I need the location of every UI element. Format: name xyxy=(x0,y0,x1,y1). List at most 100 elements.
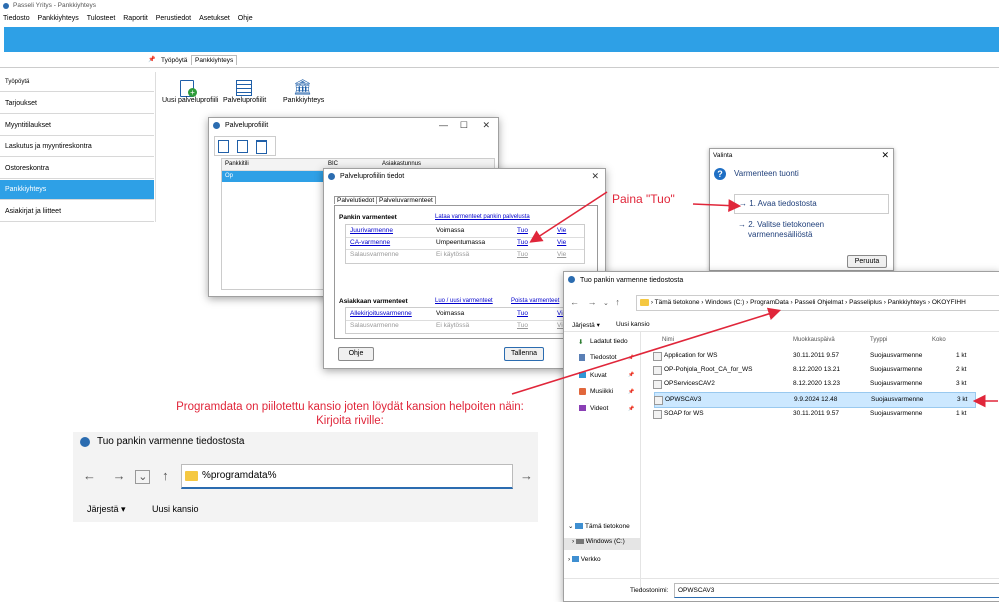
column-header[interactable]: Muokkauspäivä xyxy=(793,334,835,346)
cert-name-link[interactable]: Allekirjoitusvarmenne xyxy=(350,308,412,320)
open-from-file-option[interactable]: → 1. Avaa tiedostosta xyxy=(734,194,889,214)
sidebar-item-tyopoyta[interactable]: Työpöytä xyxy=(0,72,154,92)
column-header[interactable]: Nimi xyxy=(662,334,674,346)
import-link[interactable]: Tuo xyxy=(517,225,528,237)
sidebar-item-laskutus[interactable]: Laskutus ja myyntireskontra xyxy=(0,137,154,157)
file-row-selected[interactable]: OPWSCAV3 9.9.2024 12.48 Suojausvarmenne … xyxy=(654,392,976,408)
column-header[interactable]: Koko xyxy=(932,334,946,346)
sidebar-item-ostoreskontra[interactable]: Ostoreskontra xyxy=(0,159,154,179)
close-icon[interactable]: ✕ xyxy=(591,171,599,182)
nav-item-downloads[interactable]: ⬇ Ladatut tiedo xyxy=(578,338,628,346)
save-button[interactable]: Tallenna xyxy=(504,347,544,361)
nav-item-music[interactable]: Musiikki xyxy=(579,388,613,395)
export-link[interactable]: Vie xyxy=(557,225,566,237)
music-icon xyxy=(579,388,586,395)
toolbar-bank-button[interactable]: 🏛 Pankkiyhteys xyxy=(281,78,326,108)
tab-tyopoyta[interactable]: Työpöytä xyxy=(161,57,187,64)
toolbar-label: Pankkiyhteys xyxy=(283,97,325,104)
cancel-button[interactable]: Peruuta xyxy=(847,255,887,268)
sidebar-item-label: Työpöytä xyxy=(5,79,30,85)
breadcrumb[interactable]: Tämä tietokone xyxy=(655,299,700,306)
expand-chevron-icon: › xyxy=(572,538,575,545)
zoom-address-input[interactable]: %programdata% xyxy=(181,464,513,489)
close-icon[interactable]: ✕ xyxy=(482,120,490,131)
file-row[interactable]: OPServicesCAV2 8.12.2020 13.23 Suojausva… xyxy=(650,377,999,391)
breadcrumb[interactable]: OKOYFIHH xyxy=(932,299,966,306)
help-button[interactable]: Ohje xyxy=(338,347,374,361)
delete-certs-link[interactable]: Poista varmenteet xyxy=(511,298,559,304)
tab-palvelutiedot[interactable]: Palvelutiedot xyxy=(334,196,378,204)
menu-perustiedot[interactable]: Perustiedot xyxy=(156,15,191,22)
back-icon[interactable]: ← xyxy=(570,297,579,307)
breadcrumb[interactable]: Pankkiyhteys xyxy=(888,299,926,306)
file-row[interactable]: SOAP for WS 30.11.2011 9.57 Suojausvarme… xyxy=(650,407,999,421)
nav-item-network[interactable]: › Verkko xyxy=(568,556,601,563)
filename-label: Tiedostonimi: xyxy=(630,587,669,594)
forward-icon[interactable]: → xyxy=(588,297,597,307)
menu-ohje[interactable]: Ohje xyxy=(238,15,253,22)
recent-chevron-icon[interactable]: ⌄ xyxy=(135,470,151,484)
sidebar-item-label: Ostoreskontra xyxy=(5,165,49,172)
download-certs-link[interactable]: Lataa varmenteet pankin palvelusta xyxy=(435,214,530,220)
menu-tiedosto[interactable]: Tiedosto xyxy=(3,15,30,22)
menu-raportit[interactable]: Raportit xyxy=(123,15,148,22)
nav-item-documents[interactable]: Tiedostot xyxy=(579,354,617,361)
import-link[interactable]: Tuo xyxy=(517,308,528,320)
back-icon[interactable]: ← xyxy=(83,468,96,483)
edit-profile-icon[interactable] xyxy=(237,140,248,153)
add-profile-icon[interactable] xyxy=(218,140,229,153)
zoom-new-folder-button[interactable]: Uusi kansio xyxy=(152,504,199,514)
pictures-icon xyxy=(579,372,586,378)
window-icon xyxy=(80,437,90,447)
table-row[interactable]: Op xyxy=(222,171,325,182)
close-icon[interactable]: ✕ xyxy=(881,150,889,161)
cert-name-link[interactable]: Juurivarmenne xyxy=(350,225,393,237)
pin-icon[interactable]: 📌 xyxy=(148,56,155,63)
create-certs-link[interactable]: Luo / uusi varmenteet xyxy=(435,298,493,304)
go-arrow-icon[interactable]: → xyxy=(520,468,533,483)
sidebar-item-myyntitilaukset[interactable]: Myyntitilaukset xyxy=(0,116,154,136)
file-row[interactable]: Application for WS 30.11.2011 9.57 Suoja… xyxy=(650,349,999,363)
nav-item-windows-c[interactable]: › Windows (C:) xyxy=(564,538,640,550)
breadcrumb[interactable]: Passeliplus xyxy=(849,299,882,306)
import-link[interactable]: Tuo xyxy=(517,237,528,249)
nav-item-videos[interactable]: Videot xyxy=(579,405,608,412)
file-row[interactable]: OP-Pohjola_Root_CA_for_WS 8.12.2020 13.2… xyxy=(650,363,999,377)
organize-button[interactable]: Järjestä ▾ xyxy=(572,321,600,329)
cert-status: Ei käytössä xyxy=(436,322,470,329)
tab-pankkiyhteys[interactable]: Pankkiyhteys xyxy=(191,55,238,65)
recent-chevron-icon[interactable]: ⌄ xyxy=(603,300,609,307)
column-header[interactable]: Tyyppi xyxy=(870,334,887,346)
export-link[interactable]: Vie xyxy=(557,237,566,249)
window-icon xyxy=(213,122,220,129)
expand-chevron-icon: › xyxy=(568,556,571,563)
menu-pankkiyhteys[interactable]: Pankkiyhteys xyxy=(38,15,79,22)
filename-input[interactable]: OPWSCAV3 xyxy=(674,583,999,598)
column-header: Pankkitili xyxy=(225,161,249,167)
address-bar[interactable]: › Tämä tietokone › Windows (C:) › Progra… xyxy=(636,295,999,311)
breadcrumb[interactable]: Passeli Ohjelmat xyxy=(795,299,844,306)
file-type: Suojausvarmenne xyxy=(871,396,924,403)
menu-asetukset[interactable]: Asetukset xyxy=(199,15,230,22)
nav-item-pictures[interactable]: Kuvat xyxy=(579,372,607,379)
tab-palveluvarmenteet[interactable]: Palveluvarmenteet xyxy=(376,196,436,204)
minimize-icon[interactable]: — xyxy=(439,120,448,130)
up-icon[interactable]: ↑ xyxy=(162,468,169,483)
up-icon[interactable]: ↑ xyxy=(615,297,620,307)
sidebar-item-pankkiyhteys[interactable]: Pankkiyhteys xyxy=(0,180,154,200)
toolbar-new-profile-button[interactable]: + Uusi palveluprofiili xyxy=(160,78,220,108)
toolbar-profiles-button[interactable]: Palveluprofiilit xyxy=(223,78,268,108)
breadcrumb[interactable]: ProgramData xyxy=(750,299,789,306)
select-cert-store-option[interactable]: → 2. Valitse tietokoneen varmennesäiliös… xyxy=(734,220,887,240)
forward-icon[interactable]: → xyxy=(113,468,126,483)
cert-name-link[interactable]: CA-varmenne xyxy=(350,237,390,249)
new-folder-button[interactable]: Uusi kansio xyxy=(616,321,650,328)
sidebar-item-asiakirjat[interactable]: Asiakirjat ja liitteet xyxy=(0,202,154,222)
zoom-organize-button[interactable]: Järjestä ▾ xyxy=(87,504,126,515)
nav-item-this-pc[interactable]: ⌄ Tämä tietokone xyxy=(568,522,630,530)
maximize-icon[interactable]: ☐ xyxy=(460,120,468,131)
menu-tulosteet[interactable]: Tulosteet xyxy=(87,15,116,22)
delete-profile-icon[interactable] xyxy=(256,140,267,154)
breadcrumb[interactable]: Windows (C:) xyxy=(705,299,744,306)
sidebar-item-tarjoukset[interactable]: Tarjoukset xyxy=(0,94,154,114)
